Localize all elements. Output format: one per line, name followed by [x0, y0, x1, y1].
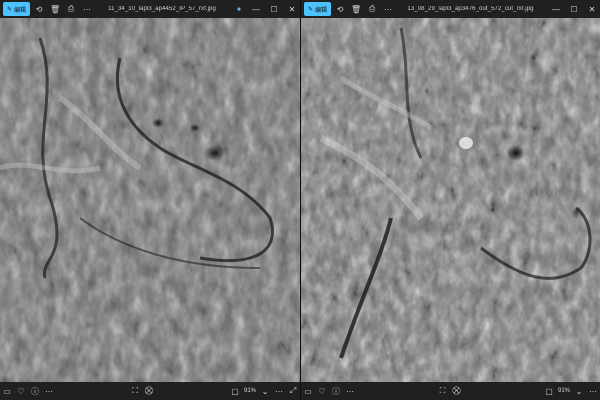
left-zoom-level[interactable]: 91% — [242, 388, 258, 394]
edit-icon: ✎ — [7, 6, 13, 13]
heart-icon[interactable]: ♡ — [315, 384, 329, 398]
maximize-icon[interactable]: ☐ — [566, 2, 582, 16]
fit-icon[interactable]: ▢ — [228, 384, 242, 398]
left-titlebar: ✎ 编辑 ⟲ 🗑 ⎙ ⋯ 11_34_10_lapl3_ap4452_IP_57… — [0, 0, 300, 18]
more-icon[interactable]: ⋯ — [343, 384, 357, 398]
close-icon[interactable]: ✕ — [584, 2, 600, 16]
left-statusbar: ▭ ♡ ⓘ ⋯ ⛶ ⛒ ▢ 91% ⌄ ⋯ ⤢ — [0, 382, 300, 400]
fullscreen-icon[interactable]: ⤢ — [286, 384, 300, 398]
left-solar-svg — [0, 18, 300, 382]
edit-label: 编辑 — [315, 7, 328, 14]
minimize-icon[interactable]: — — [248, 2, 264, 16]
info-icon[interactable]: ⓘ — [28, 384, 42, 398]
slideshow-icon[interactable]: ▭ — [301, 384, 315, 398]
more-icon[interactable]: ⋯ — [586, 384, 600, 398]
left-solar-image[interactable] — [0, 18, 300, 382]
edit-label: 编辑 — [14, 7, 27, 14]
right-photo-window: ✎ 编辑 ⟲ 🗑 ⎙ ⋯ 13_08_29_lapl3_ap3476_out_5… — [300, 0, 600, 400]
more-icon[interactable]: ⋯ — [272, 384, 286, 398]
chevron-down-icon[interactable]: ⌄ — [258, 384, 272, 398]
left-filename: 11_34_10_lapl3_ap4452_IP_57_rxf.jpg — [108, 6, 216, 12]
left-photo-window: ✎ 编辑 ⟲ 🗑 ⎙ ⋯ 11_34_10_lapl3_ap4452_IP_57… — [0, 0, 300, 400]
delete-icon[interactable]: 🗑 — [349, 2, 363, 16]
enhance-icon[interactable]: ⛒ — [450, 384, 464, 398]
designer-icon[interactable]: ✦ — [232, 2, 246, 16]
right-statusbar: ▭ ♡ ⓘ ⋯ ⛶ ⛒ ▢ 91% ⌄ ⋯ — [301, 382, 600, 400]
heart-icon[interactable]: ♡ — [14, 384, 28, 398]
right-titlebar: ✎ 编辑 ⟲ 🗑 ⎙ ⋯ 13_08_29_lapl3_ap3476_out_5… — [301, 0, 600, 18]
left-edit-button[interactable]: ✎ 编辑 — [3, 2, 31, 16]
chevron-down-icon[interactable]: ⌄ — [572, 384, 586, 398]
right-solar-image[interactable] — [301, 18, 600, 382]
more-icon[interactable]: ⋯ — [80, 2, 94, 16]
more-icon[interactable]: ⋯ — [381, 2, 395, 16]
rotate-icon[interactable]: ⟲ — [32, 2, 46, 16]
fit-icon[interactable]: ▢ — [542, 384, 556, 398]
right-solar-svg — [301, 18, 600, 382]
maximize-icon[interactable]: ☐ — [266, 2, 282, 16]
print-icon[interactable]: ⎙ — [365, 2, 379, 16]
info-icon[interactable]: ⓘ — [329, 384, 343, 398]
right-filename: 13_08_29_lapl3_ap3476_out_572_cut_rxf.jp… — [407, 6, 534, 12]
more-icon[interactable]: ⋯ — [42, 384, 56, 398]
rotate-icon[interactable]: ⟲ — [333, 2, 347, 16]
minimize-icon[interactable]: — — [548, 2, 564, 16]
close-icon[interactable]: ✕ — [284, 2, 300, 16]
slideshow-icon[interactable]: ▭ — [0, 384, 14, 398]
delete-icon[interactable]: 🗑 — [48, 2, 62, 16]
enhance-icon[interactable]: ⛒ — [142, 384, 156, 398]
edit-icon: ✎ — [308, 6, 314, 13]
right-edit-button[interactable]: ✎ 编辑 — [304, 2, 332, 16]
crop-icon[interactable]: ⛶ — [436, 384, 450, 398]
print-icon[interactable]: ⎙ — [64, 2, 78, 16]
right-zoom-level[interactable]: 91% — [556, 388, 572, 394]
crop-icon[interactable]: ⛶ — [128, 384, 142, 398]
